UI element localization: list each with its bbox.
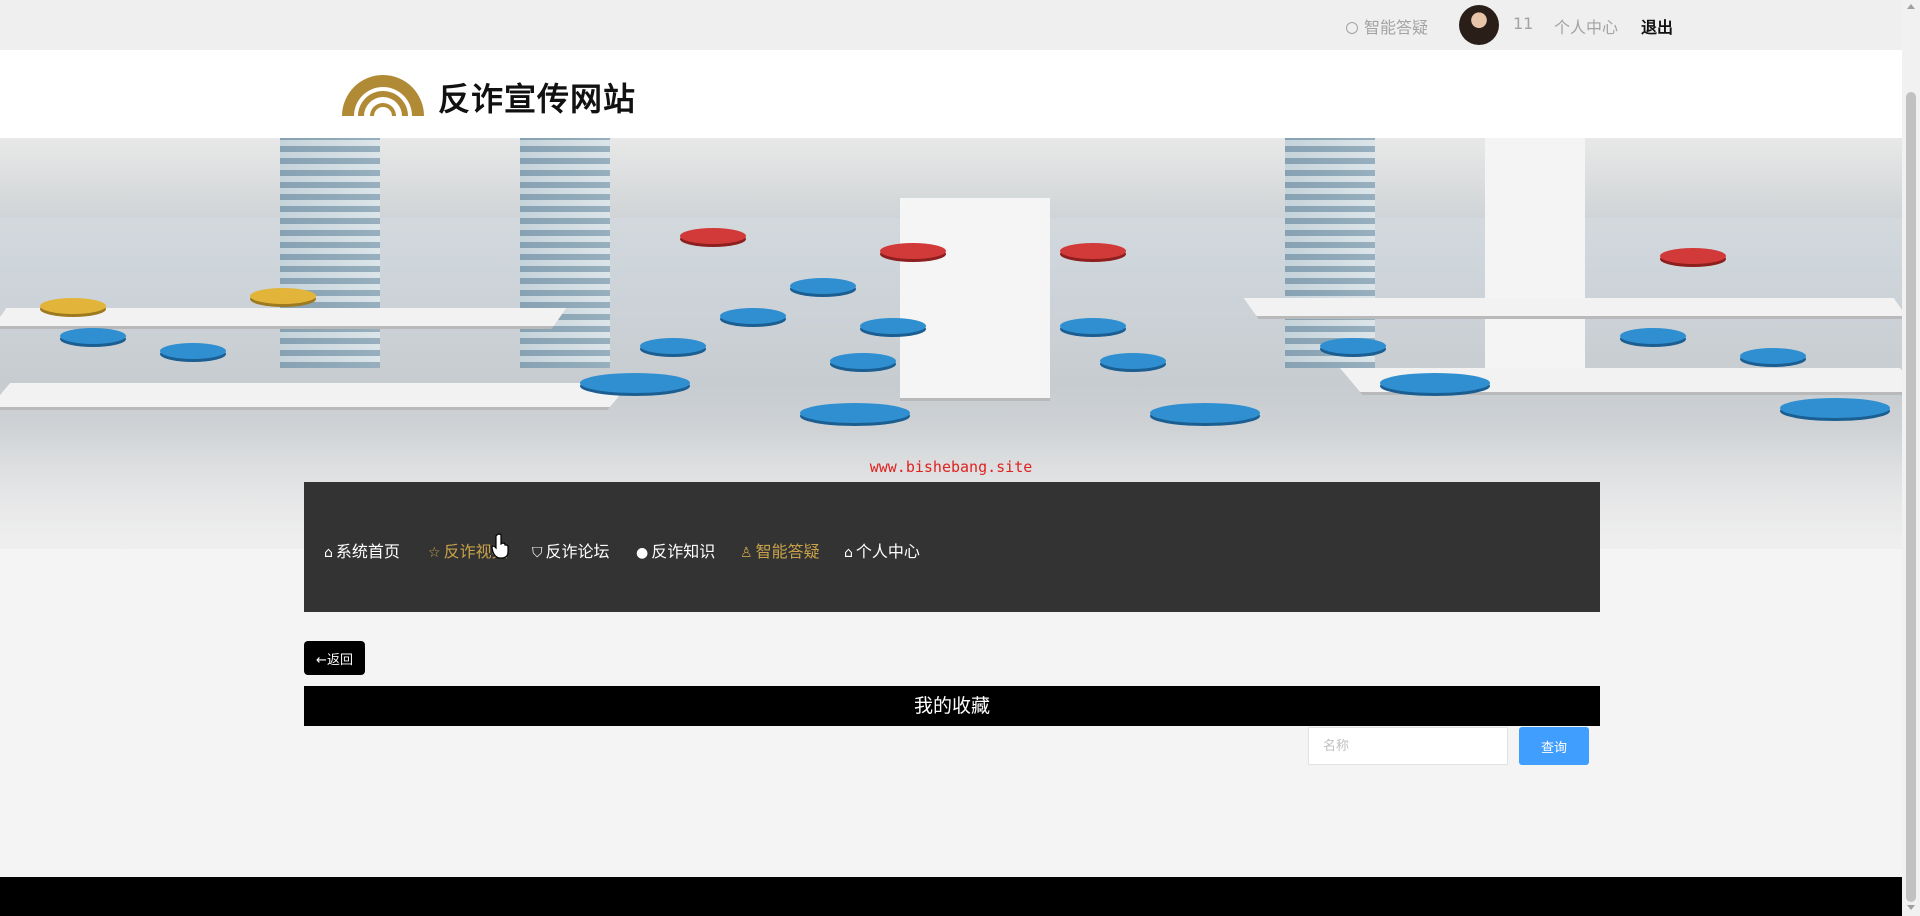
ai-icon: [1346, 22, 1358, 34]
back-button[interactable]: ←返回: [304, 641, 365, 675]
home-icon: ⌂: [324, 545, 333, 561]
star-icon: ☆: [428, 545, 441, 561]
hand-cursor-icon: [491, 533, 509, 559]
site-title: 反诈宣传网站: [438, 80, 637, 118]
user-icon: ♙: [740, 545, 753, 561]
nav-item-label: 个人中心: [855, 542, 920, 561]
nav-item-home[interactable]: ⌂ 系统首页: [324, 538, 400, 562]
nav-item-forum[interactable]: ⛉ 反诈论坛: [532, 538, 610, 562]
scroll-down-icon[interactable]: [1907, 905, 1915, 910]
site-logo: [342, 75, 424, 116]
search-input[interactable]: [1308, 727, 1508, 765]
info-icon: ●: [636, 545, 649, 561]
logout-link[interactable]: 退出: [1641, 14, 1673, 38]
top-ai-label: 智能答疑: [1364, 18, 1429, 37]
avatar[interactable]: [1459, 5, 1499, 45]
nav-item-knowledge[interactable]: ● 反诈知识: [636, 538, 715, 562]
scrollbar[interactable]: [1902, 0, 1920, 916]
nav-item-label: 反诈论坛: [545, 542, 610, 561]
top-ai-link[interactable]: 智能答疑: [1346, 14, 1428, 38]
nav-item-label: 智能答疑: [755, 542, 820, 561]
bag-icon: ⛉: [532, 545, 543, 561]
footer: [0, 877, 1902, 916]
site-header: [0, 50, 1902, 138]
nav-item-ai-qa[interactable]: ♙ 智能答疑: [740, 538, 820, 562]
search-button[interactable]: 查询: [1519, 727, 1589, 765]
watermark-text: www.bishebang.site: [869, 458, 1033, 476]
home-icon: ⌂: [844, 545, 853, 561]
scroll-up-icon[interactable]: [1907, 4, 1915, 9]
section-title: 我的收藏: [304, 686, 1600, 726]
nav-item-label: 系统首页: [335, 542, 400, 561]
top-bar: 智能答疑 11 个人中心 退出: [0, 0, 1902, 50]
nav-item-label: 反诈知识: [651, 542, 716, 561]
top-personal-center-link[interactable]: 个人中心: [1554, 14, 1618, 38]
username: 11: [1513, 14, 1534, 33]
scroll-thumb[interactable]: [1906, 92, 1916, 902]
nav-item-personal-center[interactable]: ⌂ 个人中心: [844, 538, 920, 562]
